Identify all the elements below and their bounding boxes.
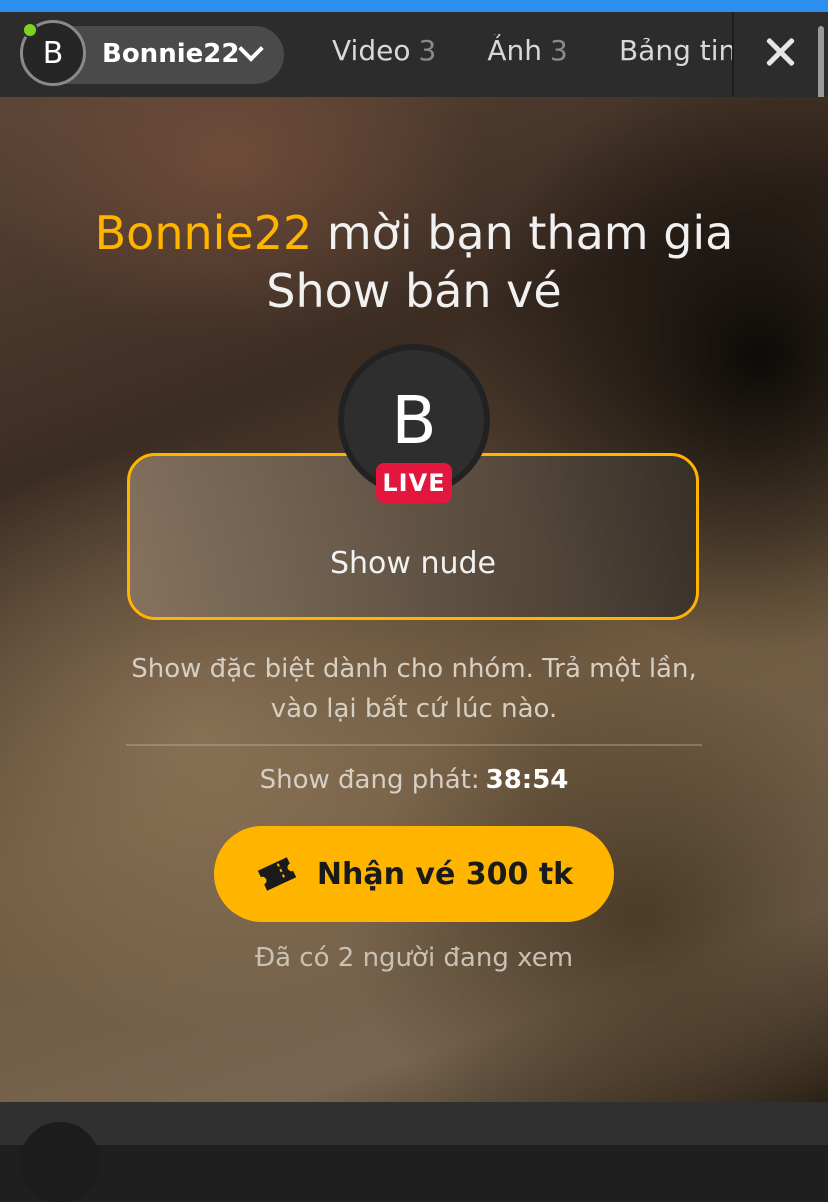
- chevron-down-icon[interactable]: [238, 36, 264, 62]
- tab-video[interactable]: Video 3: [332, 34, 436, 67]
- invite-title-line2: Show bán vé: [266, 264, 562, 318]
- model-avatar-letter: B: [42, 35, 64, 71]
- close-icon[interactable]: [760, 32, 800, 72]
- live-badge: LIVE: [376, 463, 452, 503]
- show-description: Show đặc biệt dành cho nhóm. Trả một lần…: [131, 654, 697, 724]
- tab-photos-label: Ảnh: [487, 34, 543, 67]
- get-ticket-label: Nhận vé 300 tk: [316, 856, 574, 892]
- tab-feed[interactable]: Bảng tin: [619, 34, 732, 67]
- top-header: B Bonnie22 Video 3 Ảnh 3 Bảng tin: [0, 12, 828, 97]
- viewer-count: Đã có 2 người đang xem: [254, 943, 574, 973]
- show-avatar-letter: B: [391, 381, 437, 459]
- tab-feed-label: Bảng tin: [618, 34, 732, 67]
- online-status-dot: [22, 22, 38, 38]
- profile-tabs: Video 3 Ảnh 3 Bảng tin: [332, 34, 732, 74]
- tab-photos-count: 3: [550, 34, 568, 67]
- footer-avatar: [20, 1122, 100, 1202]
- model-name: Bonnie22: [102, 39, 240, 69]
- invite-model-name: Bonnie22: [94, 206, 313, 260]
- bottom-bar: [0, 1102, 828, 1202]
- tab-video-label: Video: [332, 34, 411, 67]
- show-name: Show nude: [329, 546, 496, 581]
- divider: [126, 744, 702, 746]
- ticket-show-invite: Bonnie22 mời bạn tham gia Show bán vé Sh…: [0, 97, 828, 1102]
- show-timer: Show đang phát: 38:54: [0, 765, 828, 795]
- tab-video-count: 3: [418, 34, 437, 67]
- invite-title-text: mời bạn tham gia: [312, 206, 734, 260]
- scrollbar[interactable]: [818, 26, 824, 97]
- tab-photos[interactable]: Ảnh 3: [487, 34, 567, 67]
- timer-value: 38:54: [485, 765, 569, 795]
- header-divider: [732, 12, 734, 97]
- get-ticket-button[interactable]: Nhận vé 300 tk: [214, 826, 614, 922]
- timer-label: Show đang phát:: [259, 765, 480, 795]
- ticket-icon: [257, 857, 297, 891]
- invite-title: Bonnie22 mời bạn tham gia Show bán vé: [0, 204, 828, 320]
- model-selector[interactable]: B Bonnie22: [20, 20, 284, 86]
- browser-accent-bar: [0, 0, 828, 12]
